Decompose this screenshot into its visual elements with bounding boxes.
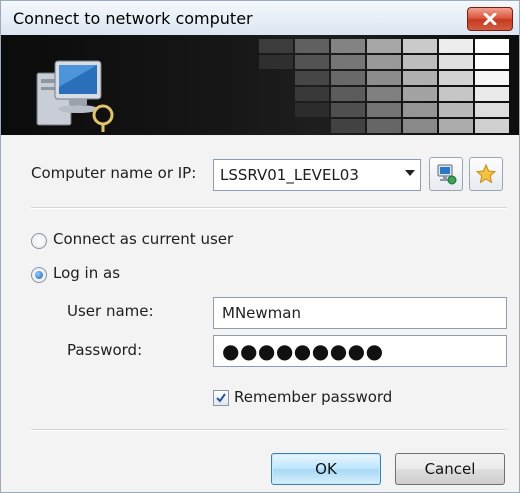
network-computer-icon: [36, 60, 114, 132]
banner-grid-cell: [331, 55, 365, 69]
banner-grid-cell: [331, 71, 365, 85]
banner-grid-cell: [367, 103, 401, 117]
banner-grid-cell: [295, 71, 329, 85]
banner-grid-cell: [439, 39, 473, 53]
banner-grid-cell: [259, 55, 293, 69]
browse-network-button[interactable]: [429, 157, 463, 191]
title-bar[interactable]: Connect to network computer: [1, 1, 519, 36]
cancel-button[interactable]: Cancel: [395, 453, 505, 485]
header-banner: [1, 35, 519, 135]
password-label: Password:: [67, 341, 143, 359]
computer-name-value: LSSRV01_LEVEL03: [220, 166, 359, 184]
password-mask: ●●●●●●●●●: [222, 339, 384, 363]
banner-grid-cell: [439, 55, 473, 69]
log-in-as-label[interactable]: Log in as: [53, 264, 120, 282]
separator: [31, 207, 507, 209]
banner-grid-cell: [295, 55, 329, 69]
banner-grid-cell: [295, 87, 329, 101]
banner-grid-cell: [475, 87, 509, 101]
banner-grid-cell: [403, 55, 437, 69]
favorites-star-icon: [475, 163, 497, 184]
remember-password-label[interactable]: Remember password: [234, 388, 392, 406]
close-icon: [483, 13, 497, 25]
username-field[interactable]: MNewman: [213, 297, 507, 329]
banner-grid-cell: [475, 55, 509, 69]
banner-grid-cell: [367, 119, 401, 133]
connect-current-user-radio[interactable]: [31, 233, 47, 249]
banner-grid-cell: [331, 39, 365, 53]
computer-name-label: Computer name or IP:: [31, 164, 197, 182]
banner-grid-cell: [367, 87, 401, 101]
banner-grid-cell: [403, 119, 437, 133]
banner-grid-cell: [439, 71, 473, 85]
banner-grid-cell: [331, 103, 365, 117]
favorites-button[interactable]: [469, 157, 503, 191]
close-button[interactable]: [467, 7, 513, 31]
banner-grid-cell: [367, 71, 401, 85]
banner-grid-cell: [475, 71, 509, 85]
window-title: Connect to network computer: [13, 9, 253, 28]
username-label: User name:: [67, 302, 154, 320]
separator: [31, 429, 507, 431]
banner-grid-cell: [439, 119, 473, 133]
computer-name-combobox[interactable]: LSSRV01_LEVEL03: [213, 159, 421, 191]
ok-button[interactable]: OK: [271, 453, 381, 485]
banner-grid-cell: [331, 119, 365, 133]
browse-network-icon: [437, 164, 457, 185]
banner-grid-cell: [259, 39, 293, 53]
banner-grid-cell: [475, 119, 509, 133]
password-field[interactable]: ●●●●●●●●●: [213, 335, 507, 367]
checkmark-icon: [216, 393, 226, 403]
banner-grid-cell: [367, 39, 401, 53]
banner-grid-cell: [295, 103, 329, 117]
banner-grid-cell: [475, 103, 509, 117]
banner-grid-cell: [475, 39, 509, 53]
connect-current-user-label[interactable]: Connect as current user: [53, 230, 233, 248]
banner-grid-cell: [403, 87, 437, 101]
log-in-as-radio[interactable]: [31, 267, 47, 283]
banner-grid-cell: [403, 103, 437, 117]
banner-grid-cell: [295, 39, 329, 53]
banner-grid-cell: [439, 87, 473, 101]
banner-grid-cell: [403, 71, 437, 85]
username-value: MNewman: [222, 304, 301, 322]
banner-grid-cell: [403, 39, 437, 53]
banner-grid-cell: [367, 55, 401, 69]
remember-password-checkbox[interactable]: [213, 390, 229, 406]
banner-grid-cell: [331, 87, 365, 101]
dialog-window: Connect to network computer Computer nam…: [0, 0, 520, 493]
banner-grid-cell: [439, 103, 473, 117]
chevron-down-icon[interactable]: [405, 170, 415, 176]
